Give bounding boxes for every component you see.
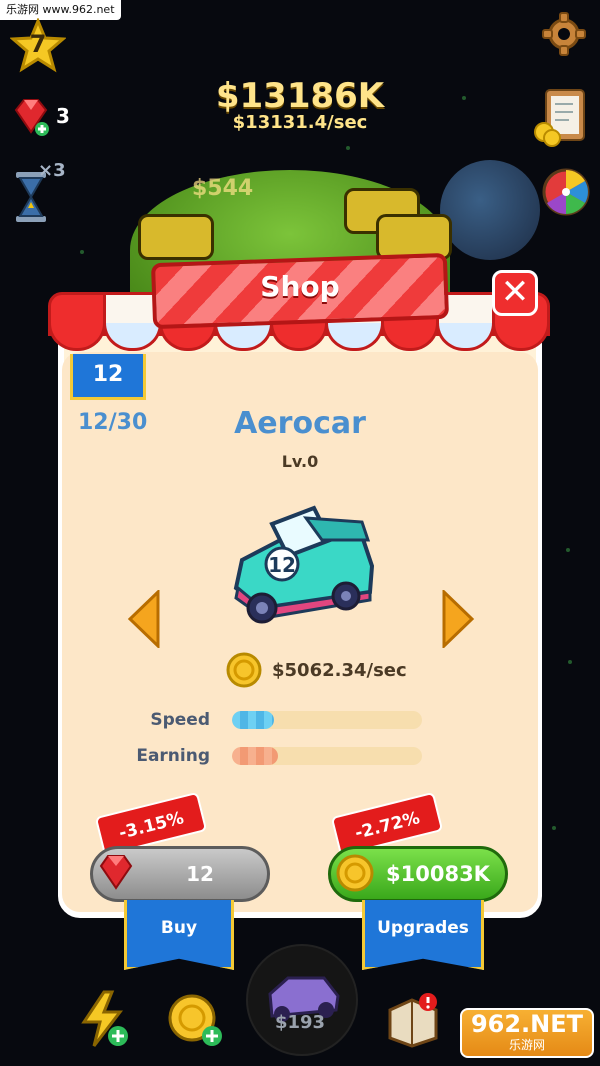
money-rate: $13131.4/sec	[232, 112, 368, 133]
coin-price: $10083K	[386, 862, 490, 886]
stat-earning-label: Earning	[136, 746, 210, 766]
speed-boost-add-icon[interactable]	[74, 990, 132, 1048]
map-notification-icon[interactable]	[384, 990, 442, 1048]
close-button[interactable]: ✕	[492, 270, 538, 316]
coin-icon	[226, 652, 262, 688]
car-tier-number: 12	[92, 362, 124, 387]
gem-count: 3	[56, 104, 70, 128]
earning-bar-fill	[232, 747, 278, 765]
total-money: $13186K	[215, 76, 385, 116]
car-income: $5062.34/sec	[272, 660, 407, 681]
stat-speed-label: Speed	[150, 710, 210, 730]
buy-tab-label: Buy	[160, 918, 198, 938]
island-car	[138, 214, 214, 260]
watermark-logo: 962.NET 乐游网	[460, 1008, 594, 1058]
earning-bar	[232, 747, 422, 765]
next-car-arrow-icon[interactable]	[440, 590, 476, 648]
gear-icon[interactable]	[542, 12, 586, 56]
car-name: Aerocar	[234, 406, 366, 441]
speed-bar	[232, 711, 422, 729]
watermark-brand: 962.NET	[470, 1010, 584, 1038]
car-badge: 12	[268, 553, 296, 577]
previous-car-arrow-icon[interactable]	[126, 590, 162, 648]
aerocar-image: 12	[233, 505, 375, 624]
buy-car-button[interactable]	[246, 944, 358, 1056]
planet-decoration	[440, 160, 540, 260]
player-level: 7	[29, 30, 47, 58]
gem-icon	[99, 855, 133, 890]
watermark-sub: 乐游网	[508, 1038, 545, 1052]
missions-clipboard-icon[interactable]	[532, 86, 588, 148]
coin-icon	[336, 854, 374, 892]
buy-car-price: $193	[274, 1012, 326, 1033]
lucky-wheel-icon[interactable]	[542, 168, 590, 216]
upgrades-tab-label: Upgrades	[377, 918, 469, 938]
car-level: Lv.0	[281, 452, 319, 471]
gem-price: 12	[186, 862, 214, 886]
speed-bar-fill	[232, 711, 274, 729]
shop-title: Shop	[260, 270, 340, 303]
watermark-top: 乐游网 www.962.net	[0, 0, 121, 20]
coins-add-icon[interactable]	[166, 990, 224, 1048]
gem-add-icon[interactable]	[10, 96, 52, 138]
purple-car-icon	[268, 976, 340, 1022]
boost-multiplier: ×3	[38, 160, 66, 181]
floating-money-text: $544	[192, 176, 254, 201]
